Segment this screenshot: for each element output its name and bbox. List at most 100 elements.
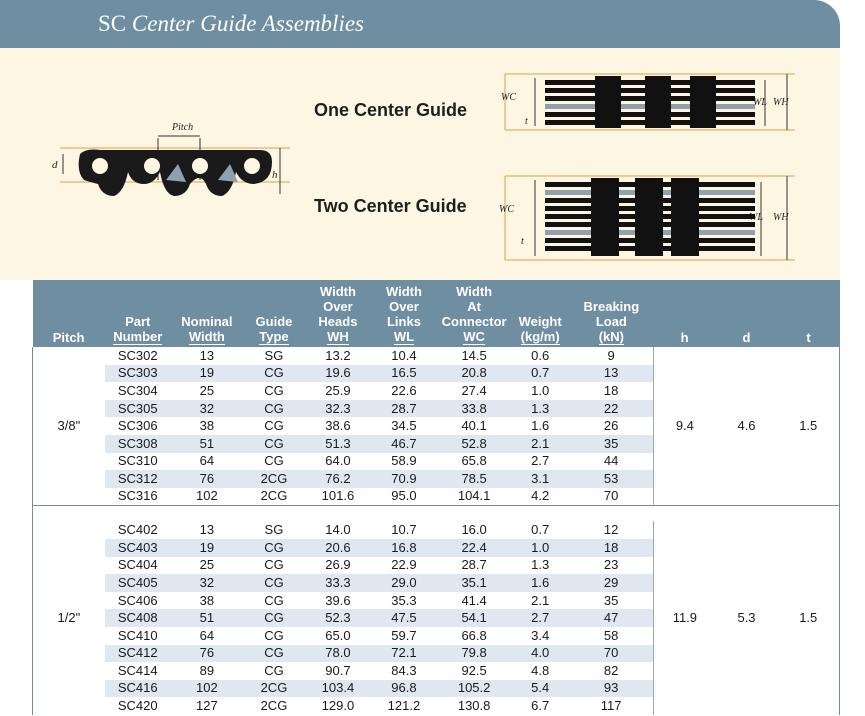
table-row: 3/8" SC302 13 SG 13.2 10.4 14.5 0.6 9 9.4 4.6 1.5 (31, 347, 841, 506)
wl-cell: 28.7 (370, 399, 437, 418)
part-number-cell: SC305 (104, 399, 171, 418)
wl-cell: 84.3 (391, 662, 417, 678)
breaking-load-cell: 18 (603, 382, 619, 398)
header-line: Number (113, 329, 163, 345)
header-line: Nominal (181, 314, 233, 329)
title-prefix: SC (98, 11, 127, 36)
gap-cell (569, 504, 654, 522)
weight-cell: 0.6 (531, 347, 550, 363)
breaking-load-cell: 58 (603, 627, 619, 643)
wh-label-one: WH (773, 97, 789, 108)
part-number-cell: SC404 (117, 557, 158, 573)
guide-type-cell: 2CG (243, 470, 305, 488)
part-number-cell: SC405 (104, 574, 171, 592)
breaking-load-cell: 9 (607, 347, 615, 363)
breaking-load-cell: 82 (603, 662, 619, 678)
guide-type-cell: CG (243, 609, 305, 627)
two-center-guide-diagram: WC t WL WH (499, 175, 795, 261)
header-nominal-width: Nominal Width (170, 280, 243, 347)
header-line: Load (595, 314, 627, 329)
wc-cell: 41.4 (461, 592, 487, 608)
nominal-width-cell: 127 (196, 698, 218, 714)
wl-cell: 16.8 (370, 538, 437, 557)
wh-cell: 101.6 (321, 488, 355, 504)
header-line: Heads (318, 314, 358, 329)
weight-cell: 4.0 (511, 644, 570, 663)
header-line: Breaking (583, 299, 640, 314)
nominal-width-cell: 19 (170, 364, 243, 383)
breaking-load-cell: 44 (603, 453, 619, 469)
two-center-guide-label: Two Center Guide (314, 196, 467, 216)
header-h: h (653, 280, 716, 347)
part-number-cell: SC316 (117, 488, 158, 504)
weight-cell: 3.1 (511, 470, 570, 488)
weight-cell: 4.2 (531, 488, 550, 504)
specifications-table-wrap: Pitch Part Number Nominal Width Guide Type Widt… (31, 280, 841, 715)
wl-cell: 46.7 (370, 434, 437, 453)
guide-type-cell: CG (243, 574, 305, 592)
header-line: h (680, 330, 689, 345)
part-number-cell: SC410 (117, 627, 158, 643)
wc-cell: 16.0 (461, 522, 487, 538)
header-band: SC Center Guide Assemblies (0, 0, 840, 48)
weight-cell: 1.0 (531, 382, 550, 398)
one-center-guide-diagram: WC t WL WH (501, 73, 795, 131)
h-cell: 11.9 (653, 521, 716, 715)
gap-cell (653, 504, 716, 522)
gap-cell (715, 504, 778, 522)
wl-cell: 10.7 (391, 522, 417, 538)
breaking-load-cell: 35 (603, 592, 619, 608)
nominal-width-cell: 13 (199, 347, 215, 363)
weight-cell: 2.7 (511, 609, 570, 627)
breaking-load-cell: 23 (603, 557, 619, 573)
wh-cell: 90.7 (325, 662, 351, 678)
part-number-cell: SC308 (104, 434, 171, 453)
wh-cell: 52.3 (304, 609, 371, 627)
gap-cell (104, 504, 171, 522)
wl-cell: 10.4 (391, 347, 417, 363)
header-wc: Width At Connector WC (436, 280, 512, 347)
breaking-load-cell: 26 (603, 418, 619, 434)
guide-type-cell: CG (264, 453, 284, 469)
gap-cell (243, 504, 305, 522)
header-line: (kg/m) (520, 329, 560, 345)
weight-cell: 1.3 (531, 557, 550, 573)
wc-cell: 92.5 (461, 662, 487, 678)
nominal-width-cell: 32 (170, 399, 243, 418)
header-wh: Width Over Heads WH (304, 280, 371, 347)
wh-cell: 78.0 (304, 644, 371, 663)
wl-cell: 22.6 (391, 382, 417, 398)
part-number-cell: SC312 (104, 470, 171, 488)
header-line: (kN) (598, 329, 624, 345)
header-wl: Width Over Links WL (370, 280, 437, 347)
breaking-load-cell: 117 (600, 698, 622, 714)
header-line: Weight (518, 314, 562, 329)
weight-cell: 1.0 (511, 538, 570, 557)
nominal-width-cell: 19 (170, 538, 243, 557)
part-number-cell: SC414 (117, 662, 158, 678)
wh-cell: 51.3 (304, 434, 371, 453)
weight-cell: 2.1 (531, 592, 550, 608)
guide-type-cell: 2CG (243, 679, 305, 698)
wl-cell: 59.7 (391, 627, 417, 643)
header-line: WL (393, 329, 415, 345)
nominal-width-cell: 51 (170, 434, 243, 453)
weight-cell: 5.4 (511, 679, 570, 698)
breaking-load-cell: 70 (569, 644, 654, 663)
guide-type-cell: CG (243, 399, 305, 418)
wc-cell: 105.2 (436, 679, 512, 698)
breaking-load-cell: 35 (569, 434, 654, 453)
part-number-cell: SC306 (117, 418, 158, 434)
gap-cell (777, 504, 841, 522)
header-line: Width (188, 329, 225, 345)
weight-cell: 2.1 (511, 434, 570, 453)
part-number-cell: SC403 (104, 538, 171, 557)
table-header: Pitch Part Number Nominal Width Guide Type Widt… (32, 280, 840, 347)
gap-cell (304, 504, 371, 522)
table-row: 1/2" SC402 13 SG 14.0 10.7 16.0 0.7 12 11.9 5.3 1.5 (31, 521, 841, 715)
wc-cell: 79.8 (436, 644, 512, 663)
header-line: Pitch (52, 330, 85, 345)
nominal-width-cell: 89 (199, 662, 215, 678)
header-line: d (742, 330, 751, 345)
wl-cell: 58.9 (391, 453, 417, 469)
